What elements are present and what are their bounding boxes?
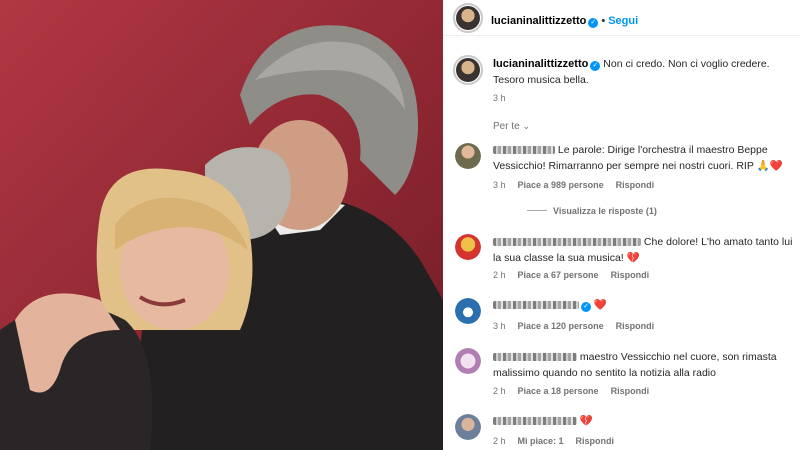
replies-line xyxy=(527,210,547,211)
comments-panel: lucianinalittizzetto ✓ • Segui lucianinalit… xyxy=(443,0,800,450)
comment-likes[interactable]: Piace a 67 persone xyxy=(518,270,599,280)
chevron-down-icon: ⌄ xyxy=(522,121,531,131)
caption-username[interactable]: lucianinalittizzetto xyxy=(493,58,588,70)
comment-item: maestro Vessicchio nel cuore, son rimast… xyxy=(493,349,793,381)
redacted-username xyxy=(493,353,577,361)
comment-meta: 3 h Piace a 989 persone Rispondi xyxy=(493,180,666,190)
comment-time: 3 h xyxy=(493,180,506,190)
post-header: lucianinalittizzetto ✓ • Segui xyxy=(443,0,800,36)
caption-time: 3 h xyxy=(493,93,506,103)
comment-text: ❤️ xyxy=(593,299,607,311)
redacted-username xyxy=(493,146,555,154)
caption-avatar[interactable] xyxy=(453,55,483,85)
view-replies-label: Visualizza le risposte (1) xyxy=(553,206,657,216)
comment-likes[interactable]: Piace a 989 persone xyxy=(518,180,604,190)
reply-button[interactable]: Rispondi xyxy=(616,321,655,331)
redacted-username xyxy=(493,301,579,309)
separator-dot: • xyxy=(601,15,606,27)
verified-badge-icon: ✓ xyxy=(590,61,601,71)
comment-time: 2 h xyxy=(493,270,506,280)
comment-text: 💔 xyxy=(579,415,593,427)
redacted-username xyxy=(493,238,641,246)
comment-meta: 2 h Piace a 18 persone Rispondi xyxy=(493,386,661,396)
comment-item: 💔 xyxy=(493,413,793,429)
author-avatar[interactable] xyxy=(453,3,483,33)
view-replies-button[interactable]: Visualizza le risposte (1) xyxy=(527,206,657,216)
reply-button[interactable]: Rispondi xyxy=(611,386,650,396)
comment-time: 3 h xyxy=(493,321,506,331)
comment-meta: 2 h Mi piace: 1 Rispondi xyxy=(493,436,626,446)
commenter-avatar[interactable] xyxy=(455,414,481,440)
reply-button[interactable]: Rispondi xyxy=(576,436,615,446)
author-username[interactable]: lucianinalittizzetto xyxy=(491,15,586,27)
comments-filter[interactable]: Per te ⌄ xyxy=(493,121,530,132)
comment-likes[interactable]: Piace a 18 persone xyxy=(518,386,599,396)
commenter-avatar[interactable] xyxy=(455,298,481,324)
comment-likes[interactable]: Mi piace: 1 xyxy=(518,436,564,446)
comment-item: Che dolore! L'ho amato tanto lui la sua … xyxy=(493,234,793,266)
comment-meta: 2 h Piace a 67 persone Rispondi xyxy=(493,270,661,280)
comment-meta: 3 h Piace a 120 persone Rispondi xyxy=(493,321,666,331)
comment-time: 2 h xyxy=(493,436,506,446)
redacted-username xyxy=(493,417,577,425)
filter-label: Per te xyxy=(493,121,520,132)
comment-item: ✓ ❤️ xyxy=(493,297,793,313)
comment-item: Le parole: Dirige l'orchestra il maestro… xyxy=(493,142,793,174)
verified-badge-icon: ✓ xyxy=(588,18,599,28)
follow-button[interactable]: Segui xyxy=(608,15,638,27)
commenter-avatar[interactable] xyxy=(455,234,481,260)
reply-button[interactable]: Rispondi xyxy=(616,180,655,190)
caption: lucianinalittizzetto ✓ Non ci credo. Non … xyxy=(493,56,798,88)
reply-button[interactable]: Rispondi xyxy=(611,270,650,280)
comment-likes[interactable]: Piace a 120 persone xyxy=(518,321,604,331)
post-photo xyxy=(0,0,443,450)
verified-badge-icon: ✓ xyxy=(581,302,591,312)
commenter-avatar[interactable] xyxy=(455,143,481,169)
commenter-avatar[interactable] xyxy=(455,348,481,374)
comment-time: 2 h xyxy=(493,386,506,396)
